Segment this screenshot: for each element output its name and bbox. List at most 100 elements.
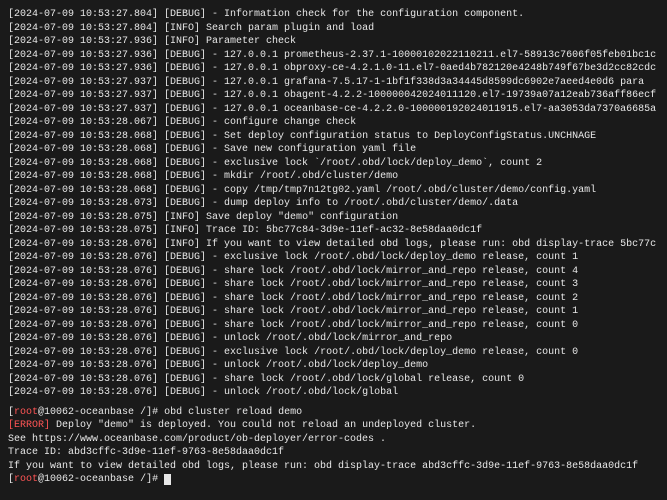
command-line: [root@10062-oceanbase /]# obd cluster re… xyxy=(8,406,659,420)
log-message: - share lock /root/.obd/lock/mirror_and_… xyxy=(212,266,578,277)
log-timestamp: [2024-07-09 10:53:27.804] xyxy=(8,9,164,20)
log-line: [2024-07-09 10:53:28.076] [DEBUG] - shar… xyxy=(8,292,659,306)
log-line: [2024-07-09 10:53:28.076] [DEBUG] - unlo… xyxy=(8,332,659,346)
log-level: [DEBUG] xyxy=(164,104,212,115)
next-prompt-line[interactable]: [root@10062-oceanbase /]# xyxy=(8,473,659,487)
log-level: [DEBUG] xyxy=(164,387,212,398)
log-message: - exclusive lock `/root/.obd/lock/deploy… xyxy=(212,158,542,169)
log-level: [DEBUG] xyxy=(164,171,212,182)
log-message: - 127.0.0.1 prometheus-2.37.1-1000010202… xyxy=(212,50,656,61)
log-level: [DEBUG] xyxy=(164,293,212,304)
log-message: - 127.0.0.1 oceanbase-ce-4.2.2.0-1000001… xyxy=(212,104,656,115)
log-message: - share lock /root/.obd/lock/global rele… xyxy=(212,374,524,385)
error-line: [ERROR] Deploy "demo" is deployed. You c… xyxy=(8,419,659,433)
log-level: [DEBUG] xyxy=(164,50,212,61)
log-line: [2024-07-09 10:53:27.937] [DEBUG] - 127.… xyxy=(8,89,659,103)
log-level: [DEBUG] xyxy=(164,198,212,209)
log-line: [2024-07-09 10:53:28.073] [DEBUG] - dump… xyxy=(8,197,659,211)
log-line: [2024-07-09 10:53:28.076] [INFO] If you … xyxy=(8,238,659,252)
log-line: [2024-07-09 10:53:28.068] [DEBUG] - Set … xyxy=(8,130,659,144)
log-message: - 127.0.0.1 grafana-7.5.17-1-1bf1f338d3a… xyxy=(212,77,644,88)
log-timestamp: [2024-07-09 10:53:28.075] xyxy=(8,225,164,236)
log-level: [DEBUG] xyxy=(164,117,212,128)
error-tag: [ERROR] xyxy=(8,420,50,431)
log-level: [DEBUG] xyxy=(164,144,212,155)
log-timestamp: [2024-07-09 10:53:28.076] xyxy=(8,387,164,398)
log-message: - exclusive lock /root/.obd/lock/deploy_… xyxy=(212,347,578,358)
log-level: [DEBUG] xyxy=(164,131,212,142)
log-line: [2024-07-09 10:53:27.937] [DEBUG] - 127.… xyxy=(8,76,659,90)
log-level: [DEBUG] xyxy=(164,360,212,371)
log-timestamp: [2024-07-09 10:53:28.076] xyxy=(8,252,164,263)
prompt-host: 10062-oceanbase xyxy=(44,407,134,418)
log-timestamp: [2024-07-09 10:53:28.073] xyxy=(8,198,164,209)
log-timestamp: [2024-07-09 10:53:28.076] xyxy=(8,333,164,344)
typed-command[interactable]: obd cluster reload demo xyxy=(164,407,302,418)
log-message: - 127.0.0.1 obproxy-ce-4.2.1.0-11.el7-0a… xyxy=(212,63,656,74)
log-line: [2024-07-09 10:53:28.076] [DEBUG] - shar… xyxy=(8,305,659,319)
log-message: - Save new configuration yaml file xyxy=(212,144,416,155)
log-line: [2024-07-09 10:53:28.068] [DEBUG] - excl… xyxy=(8,157,659,171)
prompt-user: root xyxy=(14,407,38,418)
log-message: - unlock /root/.obd/lock/deploy_demo xyxy=(212,360,428,371)
log-line: [2024-07-09 10:53:28.075] [INFO] Trace I… xyxy=(8,224,659,238)
log-level: [DEBUG] xyxy=(164,266,212,277)
log-timestamp: [2024-07-09 10:53:27.937] xyxy=(8,90,164,101)
prompt-user: root xyxy=(14,474,38,485)
log-line: [2024-07-09 10:53:28.075] [INFO] Save de… xyxy=(8,211,659,225)
log-message: - copy /tmp/tmp7n12tg02.yaml /root/.obd/… xyxy=(212,185,596,196)
log-line: [2024-07-09 10:53:28.076] [DEBUG] - unlo… xyxy=(8,386,659,400)
log-message: - unlock /root/.obd/lock/mirror_and_repo xyxy=(212,333,452,344)
error-msg: Deploy "demo" is deployed. You could not… xyxy=(50,420,476,431)
log-message: - mkdir /root/.obd/cluster/demo xyxy=(212,171,398,182)
log-message: - configure change check xyxy=(212,117,356,128)
log-timestamp: [2024-07-09 10:53:28.067] xyxy=(8,117,164,128)
log-message: Search param plugin and load xyxy=(206,23,374,34)
log-line: [2024-07-09 10:53:28.068] [DEBUG] - Save… xyxy=(8,143,659,157)
log-timestamp: [2024-07-09 10:53:27.936] xyxy=(8,36,164,47)
log-message: If you want to view detailed obd logs, p… xyxy=(206,239,656,250)
log-message: - share lock /root/.obd/lock/mirror_and_… xyxy=(212,293,578,304)
log-line: [2024-07-09 10:53:27.937] [DEBUG] - 127.… xyxy=(8,103,659,117)
log-timestamp: [2024-07-09 10:53:27.804] xyxy=(8,23,164,34)
log-timestamp: [2024-07-09 10:53:28.068] xyxy=(8,185,164,196)
log-message: - Set deploy configuration status to Dep… xyxy=(212,131,596,142)
log-timestamp: [2024-07-09 10:53:27.936] xyxy=(8,63,164,74)
log-line: [2024-07-09 10:53:27.936] [DEBUG] - 127.… xyxy=(8,49,659,63)
trace-line: Trace ID: abd3cffc-3d9e-11ef-9763-8e58da… xyxy=(8,446,659,460)
log-line: [2024-07-09 10:53:28.076] [DEBUG] - shar… xyxy=(8,265,659,279)
see-line: See https://www.oceanbase.com/product/ob… xyxy=(8,433,659,447)
log-message: - share lock /root/.obd/lock/mirror_and_… xyxy=(212,279,578,290)
log-message: - Information check for the configuratio… xyxy=(212,9,524,20)
log-message: Trace ID: 5bc77c84-3d9e-11ef-ac32-8e58da… xyxy=(206,225,482,236)
log-message: - 127.0.0.1 obagent-4.2.2-10000004202401… xyxy=(212,90,656,101)
hint-line: If you want to view detailed obd logs, p… xyxy=(8,460,659,474)
log-message: - dump deploy info to /root/.obd/cluster… xyxy=(212,198,518,209)
interactive-session: [root@10062-oceanbase /]# obd cluster re… xyxy=(8,406,659,487)
log-timestamp: [2024-07-09 10:53:28.076] xyxy=(8,374,164,385)
log-message: Parameter check xyxy=(206,36,296,47)
log-line: [2024-07-09 10:53:28.076] [DEBUG] - shar… xyxy=(8,278,659,292)
log-level: [DEBUG] xyxy=(164,279,212,290)
log-level: [INFO] xyxy=(164,36,206,47)
log-timestamp: [2024-07-09 10:53:28.076] xyxy=(8,279,164,290)
log-timestamp: [2024-07-09 10:53:28.075] xyxy=(8,212,164,223)
log-timestamp: [2024-07-09 10:53:28.068] xyxy=(8,144,164,155)
log-level: [DEBUG] xyxy=(164,90,212,101)
log-level: [INFO] xyxy=(164,212,206,223)
log-level: [DEBUG] xyxy=(164,347,212,358)
log-timestamp: [2024-07-09 10:53:28.068] xyxy=(8,131,164,142)
prompt-host: 10062-oceanbase xyxy=(44,474,134,485)
log-level: [DEBUG] xyxy=(164,185,212,196)
log-line: [2024-07-09 10:53:28.076] [DEBUG] - shar… xyxy=(8,319,659,333)
log-timestamp: [2024-07-09 10:53:28.076] xyxy=(8,239,164,250)
log-level: [DEBUG] xyxy=(164,374,212,385)
log-timestamp: [2024-07-09 10:53:28.076] xyxy=(8,293,164,304)
log-line: [2024-07-09 10:53:27.804] [DEBUG] - Info… xyxy=(8,8,659,22)
log-line: [2024-07-09 10:53:28.076] [DEBUG] - shar… xyxy=(8,373,659,387)
log-message: Save deploy "demo" configuration xyxy=(206,212,398,223)
log-level: [DEBUG] xyxy=(164,333,212,344)
log-timestamp: [2024-07-09 10:53:28.076] xyxy=(8,360,164,371)
log-level: [DEBUG] xyxy=(164,252,212,263)
log-level: [DEBUG] xyxy=(164,9,212,20)
